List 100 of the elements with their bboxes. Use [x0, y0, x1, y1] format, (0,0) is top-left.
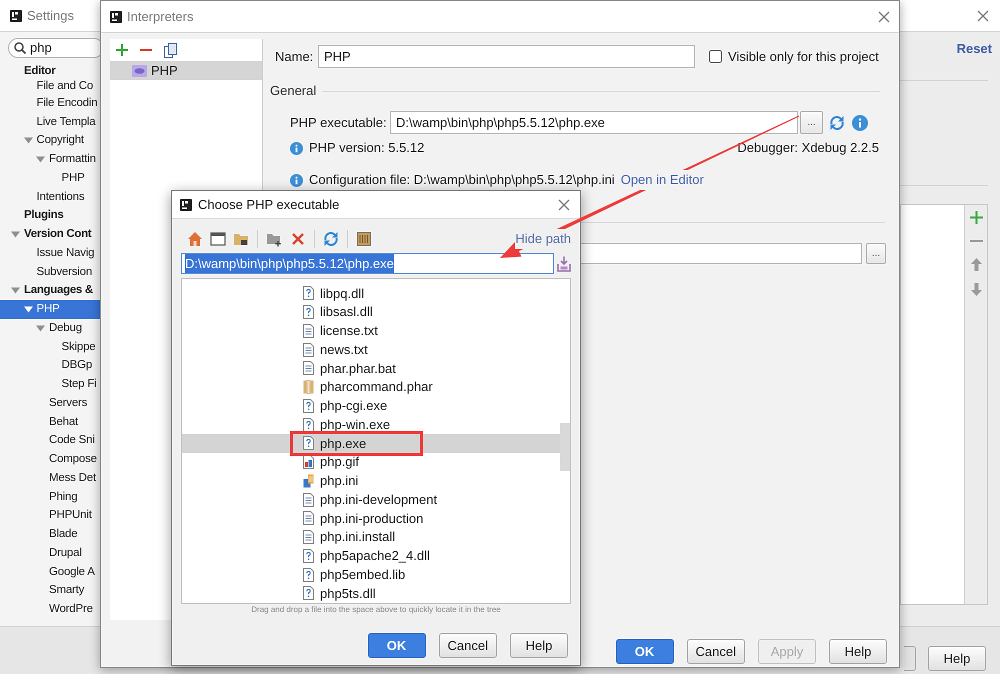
- expand-arrow-icon[interactable]: [11, 286, 20, 296]
- file-item[interactable]: news.txt: [182, 340, 560, 359]
- file-item[interactable]: phar.phar.bat: [182, 359, 560, 378]
- file-item[interactable]: php.ini-development: [182, 490, 560, 509]
- sidebar-item[interactable]: Servers: [0, 394, 100, 413]
- sidebar-item[interactable]: Issue Navig: [0, 244, 100, 263]
- delete-icon[interactable]: [290, 231, 306, 247]
- sidebar-item[interactable]: DBGp: [0, 356, 100, 376]
- sidebar-item[interactable]: Languages &: [0, 282, 100, 300]
- expand-arrow-icon[interactable]: [24, 136, 32, 146]
- expand-arrow-icon[interactable]: [11, 230, 20, 240]
- unknown-file-icon: [303, 418, 314, 432]
- down-arrow-icon[interactable]: [970, 283, 982, 296]
- dialog-button[interactable]: Help: [829, 639, 887, 664]
- reset-link[interactable]: Reset: [956, 41, 992, 57]
- sidebar-item[interactable]: Google A: [0, 562, 100, 582]
- sidebar-item[interactable]: Step Fi: [0, 375, 100, 394]
- striped-square-icon[interactable]: [356, 231, 372, 247]
- dialog-button[interactable]: Cancel: [686, 639, 745, 664]
- section-heading: General: [270, 82, 316, 100]
- sidebar-item[interactable]: File and Co: [0, 80, 100, 94]
- tray-icon[interactable]: [557, 256, 571, 272]
- sidebar-item[interactable]: PHP: [0, 300, 100, 319]
- primary-button[interactable]: OK: [368, 633, 426, 658]
- file-item[interactable]: php-cgi.exe: [182, 396, 560, 416]
- browse-button[interactable]: ...: [800, 111, 823, 134]
- file-item[interactable]: php-win.exe: [182, 415, 560, 434]
- expand-arrow-icon[interactable]: [24, 305, 32, 314]
- sidebar-item[interactable]: Mess Det: [0, 469, 100, 488]
- browse-button[interactable]: ...: [866, 243, 886, 264]
- sidebar-item[interactable]: Copyright: [0, 132, 100, 150]
- sidebar-item[interactable]: PHPUnit: [0, 506, 100, 526]
- interpreter-item[interactable]: PHP: [110, 61, 262, 80]
- sidebar-item[interactable]: WordPre: [0, 600, 100, 619]
- app-logo-icon: [10, 10, 22, 22]
- sidebar-item[interactable]: Code Sni: [0, 432, 100, 450]
- sidebar-item[interactable]: Phing: [0, 488, 100, 506]
- primary-button[interactable]: OK: [616, 639, 674, 664]
- file-item[interactable]: php.exe: [182, 434, 560, 453]
- folder-icon[interactable]: [233, 231, 249, 247]
- file-item[interactable]: php.ini.install: [182, 528, 560, 546]
- file-item[interactable]: php5embed.lib: [182, 565, 560, 584]
- partial-button[interactable]: [904, 646, 916, 671]
- dialog-button[interactable]: Help: [510, 633, 568, 658]
- unknown-file-icon: [303, 286, 314, 300]
- info-icon: [290, 174, 303, 186]
- version-text: PHP version: 5.5.12: [309, 139, 424, 158]
- file-item[interactable]: php.ini-production: [182, 509, 560, 528]
- sidebar-item[interactable]: Blade: [0, 525, 100, 544]
- expand-arrow-icon[interactable]: [36, 155, 45, 164]
- sidebar-item[interactable]: Live Templa: [0, 112, 100, 132]
- file-item[interactable]: pharcommand.phar: [182, 378, 560, 396]
- refresh-icon[interactable]: [323, 231, 339, 247]
- config-file-text: Configuration file: D:\wamp\bin\php\php5.5.12\php.ini: [309, 171, 615, 190]
- sidebar-item[interactable]: Subversion: [0, 262, 100, 282]
- checkbox[interactable]: [709, 50, 722, 63]
- sidebar-item[interactable]: Smarty: [0, 582, 100, 600]
- file-item[interactable]: php.gif: [182, 452, 560, 472]
- sidebar-item[interactable]: Behat: [0, 412, 100, 432]
- sidebar-item[interactable]: Drupal: [0, 544, 100, 563]
- home-icon[interactable]: [187, 231, 203, 247]
- sidebar-item[interactable]: Intentions: [0, 188, 100, 206]
- up-arrow-icon[interactable]: [970, 258, 982, 271]
- expand-arrow-icon[interactable]: [36, 324, 45, 333]
- close-icon[interactable]: [977, 10, 989, 22]
- file-item[interactable]: license.txt: [182, 322, 560, 340]
- file-item[interactable]: libsasl.dll: [182, 302, 560, 322]
- dialog-button[interactable]: Help: [928, 646, 986, 671]
- file-item[interactable]: libpq.dll: [182, 284, 560, 303]
- info-icon[interactable]: [852, 114, 868, 130]
- window-title: Settings: [27, 6, 74, 25]
- text-file-icon: [303, 492, 314, 507]
- scrollbar-thumb[interactable]: [560, 423, 570, 471]
- sidebar-item[interactable]: PHP: [0, 169, 100, 188]
- sidebar-item[interactable]: File Encodin: [0, 94, 100, 113]
- sidebar-item[interactable]: Skippe: [0, 338, 100, 356]
- sidebar-item[interactable]: Formattin: [0, 150, 100, 169]
- sidebar-item[interactable]: Editor: [0, 64, 100, 80]
- file-item[interactable]: php5apache2_4.dll: [182, 546, 560, 566]
- file-item[interactable]: php.ini: [182, 472, 560, 490]
- sidebar-item[interactable]: Plugins: [0, 206, 100, 226]
- close-icon[interactable]: [878, 10, 890, 22]
- dialog-button[interactable]: Cancel: [438, 633, 497, 658]
- path-field[interactable]: D:\wamp\bin\php\php5.5.12\php.exe: [181, 253, 554, 274]
- sidebar-item[interactable]: Version Cont: [0, 225, 100, 244]
- unknown-file-icon: [303, 586, 314, 600]
- new-folder-icon[interactable]: [266, 231, 282, 247]
- desktop-icon[interactable]: [210, 231, 226, 247]
- executable-path-field[interactable]: D:\wamp\bin\php\php5.5.12\php.exe: [390, 111, 798, 134]
- file-item[interactable]: php5ts.dll: [182, 584, 560, 603]
- copy-icon[interactable]: [164, 42, 177, 58]
- close-icon[interactable]: [558, 198, 570, 210]
- sidebar-item[interactable]: Debug: [0, 319, 100, 338]
- sidebar-item[interactable]: Compose: [0, 450, 100, 469]
- add-icon[interactable]: [970, 211, 982, 224]
- name-field[interactable]: PHP: [318, 45, 695, 68]
- refresh-icon[interactable]: [829, 114, 845, 130]
- add-icon[interactable]: [116, 44, 128, 56]
- open-in-editor-link[interactable]: Open in Editor: [620, 170, 704, 190]
- hide-path-link[interactable]: Hide path: [515, 229, 571, 249]
